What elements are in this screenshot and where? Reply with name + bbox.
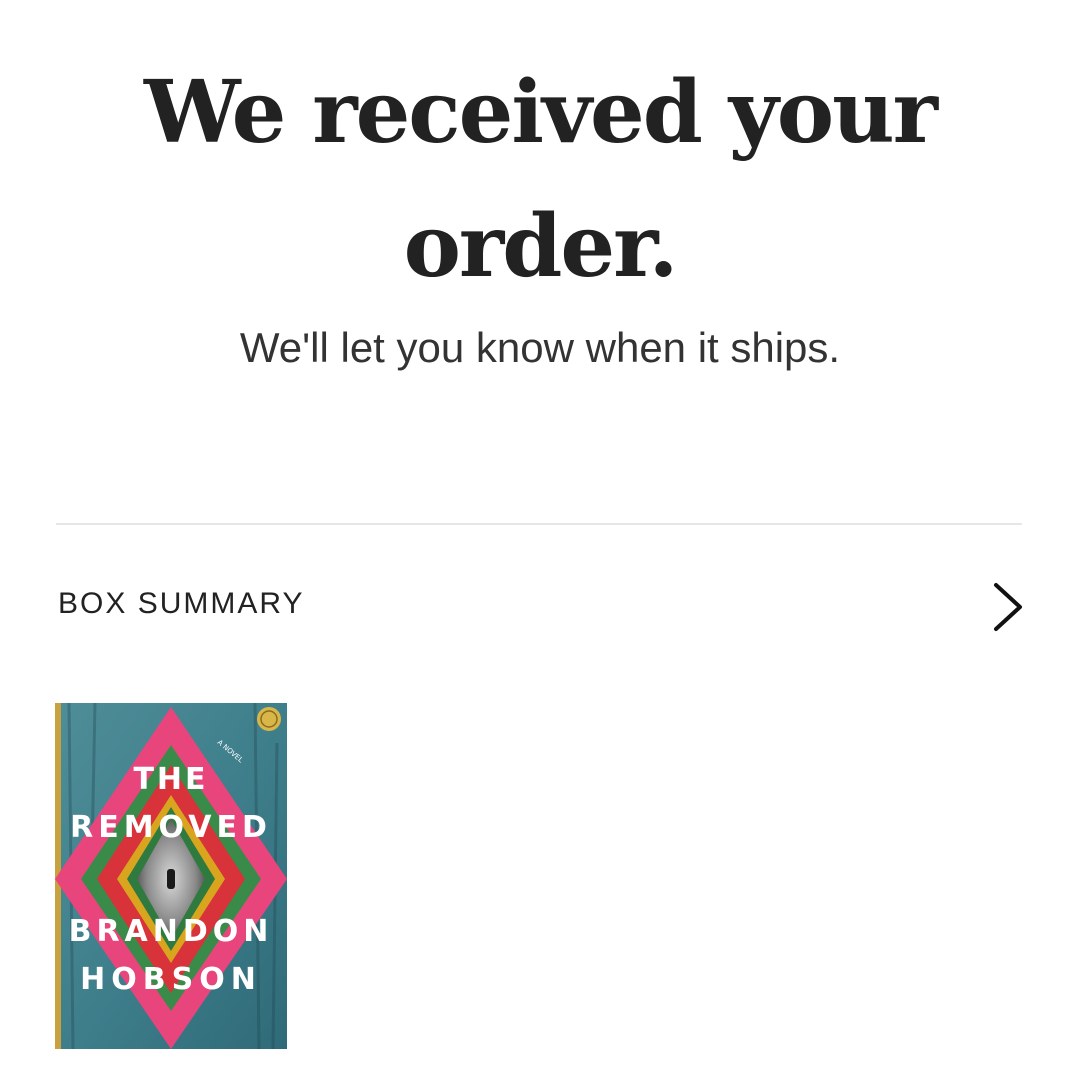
confirmation-title: We received your order. [0,46,1080,314]
chevron-right-icon[interactable] [990,581,1026,633]
box-summary-row[interactable]: BOX SUMMARY [56,575,1026,639]
confirmation-title-line2: order. [403,196,679,297]
cover-title-line1: THE [133,762,208,797]
cover-title-line2: REMOVED [70,810,272,845]
box-summary-label: BOX SUMMARY [58,587,305,620]
confirmation-subtitle: We'll let you know when it ships. [239,324,841,371]
book-cover-the-removed[interactable]: A NOVEL THE REMOVED BRANDON HOBSON [55,703,287,1049]
cover-figure [167,869,175,889]
cover-author-line2: HOBSON [80,962,262,997]
section-divider [56,523,1022,525]
cover-author-line1: BRANDON [69,914,274,949]
confirmation-title-line1: We received your [144,62,938,163]
